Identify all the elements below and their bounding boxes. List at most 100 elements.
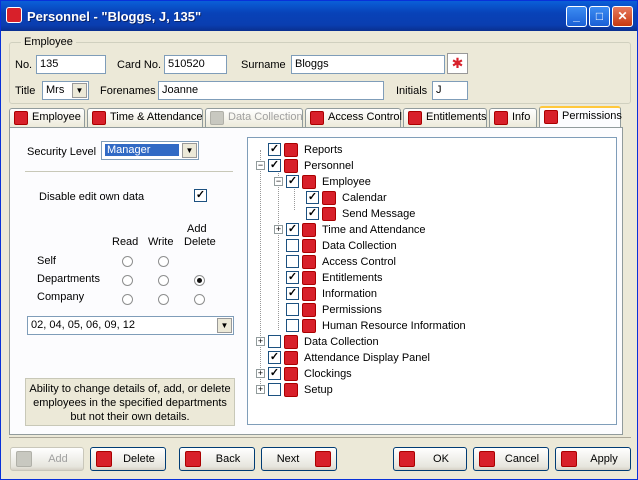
info-icon [494,111,508,125]
tab-label: Time & Attendance [110,111,203,123]
expand-icon[interactable]: + [256,369,265,378]
expand-icon[interactable]: + [256,337,265,346]
personnel-icon [284,159,298,173]
title-select[interactable]: Mrs ▼ [42,81,89,100]
title-bar: Personnel - "Bloggs, J, 135" _ □ ✕ [1,1,637,31]
company-adddelete-radio[interactable] [194,294,205,305]
clock-icon [284,367,298,381]
tree-checkbox[interactable] [286,303,299,316]
tab-time-attendance[interactable]: Time & Attendance [87,108,203,128]
add-button[interactable]: Add [10,447,84,471]
entitlements-icon [302,271,316,285]
delete-icon [96,451,112,467]
expand-icon[interactable]: + [274,225,283,234]
time-icon [92,111,106,125]
employee-icon [302,175,316,189]
tree-node-label: Information [322,288,378,300]
forenames-input[interactable]: Joanne [158,81,384,100]
departments-select[interactable]: 02, 04, 05, 06, 09, 12 ▼ [27,316,234,335]
close-button[interactable]: ✕ [612,6,633,27]
departments-read-radio[interactable] [122,275,133,286]
tree-checkbox[interactable] [286,239,299,252]
tree-node-label: Time and Attendance [322,224,426,236]
tab-entitlements[interactable]: Entitlements [403,108,487,128]
time-icon [302,223,316,237]
tab-permissions[interactable]: Permissions [539,106,622,128]
departments-write-radio[interactable] [158,275,169,286]
tab-access-control[interactable]: Access Control [305,108,402,128]
back-button[interactable]: Back [179,447,255,471]
tab-employee[interactable]: Employee [9,108,85,128]
dropdown-arrow-icon[interactable]: ▼ [182,143,197,158]
tree-node-label: Employee [322,176,371,188]
tab-label: Info [512,111,531,123]
security-level-label: Security Level [27,146,97,158]
tree-checkbox[interactable]: ✓ [268,143,281,156]
divider [25,171,233,172]
collapse-icon[interactable]: − [274,177,283,186]
tree-checkbox[interactable]: ✓ [286,223,299,236]
tab-info[interactable]: Info [489,108,537,128]
tree-checkbox[interactable]: ✓ [306,207,319,220]
cancel-button[interactable]: Cancel [473,447,549,471]
surname-input[interactable]: Bloggs [291,55,445,74]
tree-line [278,166,279,330]
tree-checkbox[interactable] [286,319,299,332]
tree-checkbox[interactable]: ✓ [286,175,299,188]
delete-button[interactable]: Delete [90,447,166,471]
tab-label: Data Collection [228,111,303,123]
tree-checkbox[interactable]: ✓ [286,271,299,284]
apply-icon [561,451,577,467]
permission-description: Ability to change details of, add, or de… [25,378,235,426]
tree-checkbox[interactable]: ✓ [306,191,319,204]
tree-checkbox[interactable]: ✓ [268,367,281,380]
next-button[interactable]: Next [261,447,337,471]
no-input[interactable]: 135 [36,55,106,74]
minimize-button[interactable]: _ [566,6,587,27]
tree-checkbox[interactable]: ✓ [268,159,281,172]
company-read-radio[interactable] [122,294,133,305]
setup-icon [284,383,298,397]
tab-strip: Employee Time & Attendance Data Collecti… [9,106,631,128]
card-no-input[interactable]: 510520 [164,55,227,74]
apply-button[interactable]: Apply [555,447,631,471]
calendar-icon [322,191,336,205]
col-write-label: Write [148,236,174,248]
company-write-radio[interactable] [158,294,169,305]
title-label: Title [15,85,36,97]
tree-node-label: Human Resource Information [322,320,466,332]
expand-icon[interactable]: + [256,385,265,394]
tree-node-label: Entitlements [322,272,383,284]
window-title: Personnel - "Bloggs, J, 135" [27,9,202,24]
disable-edit-checkbox[interactable]: ✓ [194,189,207,202]
button-label: OK [433,453,449,465]
cancel-x-icon [479,451,495,467]
data-collection-icon [284,335,298,349]
button-label: Cancel [504,453,540,465]
tab-data-collection[interactable]: Data Collection [205,108,303,128]
tree-line [260,150,261,392]
dropdown-arrow-icon[interactable]: ▼ [72,83,87,98]
ok-check-icon [399,451,415,467]
info-icon [302,287,316,301]
permissions-icon [302,303,316,317]
permissions-tree[interactable]: ✓ Reports − ✓ Personnel − ✓ Employee ✓ Calen… [247,137,617,425]
maximize-button[interactable]: □ [589,6,610,27]
tree-checkbox[interactable]: ✓ [268,351,281,364]
row-company-label: Company [37,291,85,303]
tree-checkbox[interactable] [286,255,299,268]
self-write-radio[interactable] [158,256,169,267]
tree-checkbox[interactable] [268,335,281,348]
initials-input[interactable]: J [432,81,468,100]
employee-icon [14,111,28,125]
tree-checkbox[interactable] [268,383,281,396]
surname-lookup-icon[interactable]: ✱ [447,53,468,74]
ok-button[interactable]: OK [393,447,467,471]
dropdown-arrow-icon[interactable]: ▼ [217,318,232,333]
departments-adddelete-radio[interactable] [194,275,205,286]
collapse-icon[interactable]: − [256,161,265,170]
self-read-radio[interactable] [122,256,133,267]
tree-checkbox[interactable]: ✓ [286,287,299,300]
security-level-select[interactable]: Manager ▼ [101,141,199,160]
initials-label: Initials [396,85,428,97]
